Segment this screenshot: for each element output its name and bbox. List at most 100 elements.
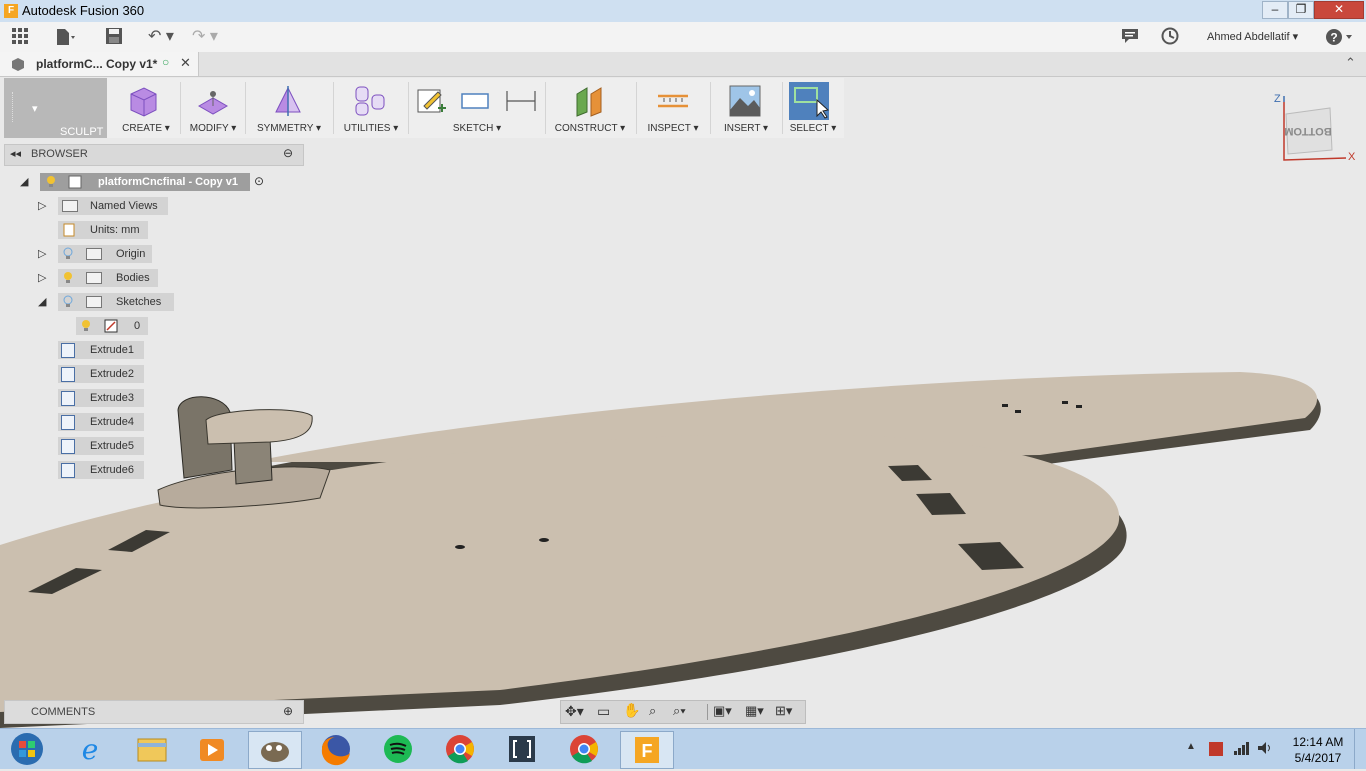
zoom-icon[interactable]: ⌕ bbox=[649, 703, 656, 719]
pan-hand-icon[interactable]: ✋ bbox=[623, 702, 640, 719]
sketches-label: Sketches bbox=[116, 296, 162, 308]
visibility-bulb-icon[interactable] bbox=[63, 271, 73, 283]
system-clock[interactable]: 12:14 AM 5/4/2017 bbox=[1287, 734, 1349, 766]
user-menu[interactable]: Ahmed Abdellatif ▾ bbox=[1207, 30, 1298, 43]
windows-start-icon[interactable] bbox=[0, 731, 54, 767]
symmetry-icon bbox=[275, 86, 301, 116]
firefox-icon[interactable] bbox=[310, 731, 362, 767]
collapse-sketches-icon[interactable]: ◢ bbox=[38, 295, 46, 308]
construct-menu[interactable]: CONSTRUCT ▾ bbox=[547, 78, 633, 138]
comments-panel[interactable]: COMMENTS ⊕ bbox=[4, 700, 304, 724]
extrude-icon bbox=[61, 415, 75, 430]
spotify-icon[interactable] bbox=[372, 731, 424, 767]
extrude-icon bbox=[61, 463, 75, 478]
extrude-label: Extrude3 bbox=[90, 392, 135, 404]
undo-icon[interactable]: ↶ ▾ bbox=[144, 27, 178, 47]
user-name: Ahmed Abdellatif bbox=[1207, 31, 1290, 43]
browser-item-bodies[interactable]: Bodies bbox=[58, 269, 158, 287]
browser-item-extrude[interactable]: Extrude1 bbox=[58, 341, 144, 359]
help-icon[interactable]: ? bbox=[1325, 27, 1355, 47]
extrude-icon bbox=[61, 367, 75, 382]
utilities-menu[interactable]: UTILITIES ▾ bbox=[335, 78, 407, 138]
browser-item-extrude[interactable]: Extrude3 bbox=[58, 389, 144, 407]
viewports-icon[interactable]: ⊞▾ bbox=[775, 703, 792, 719]
browser-header[interactable]: ◂◂ BROWSER ⊖ bbox=[4, 144, 304, 166]
select-menu[interactable]: SELECT ▾ bbox=[785, 78, 841, 138]
quick-access-toolbar: ↶ ▾ ↷ ▾ Ahmed Abdellatif ▾ ? bbox=[0, 22, 1366, 53]
look-at-icon[interactable]: ▭ bbox=[597, 703, 610, 720]
browser-item-sketches[interactable]: Sketches bbox=[58, 293, 174, 311]
internet-explorer-icon[interactable]: e bbox=[64, 731, 116, 767]
chrome-icon[interactable] bbox=[558, 731, 610, 767]
gimp-icon[interactable] bbox=[248, 731, 302, 769]
antivirus-tray-icon[interactable] bbox=[1206, 739, 1226, 759]
add-comment-icon[interactable]: ⊕ bbox=[283, 704, 293, 718]
display-settings-icon[interactable]: ▣▾ bbox=[713, 703, 732, 719]
save-icon[interactable] bbox=[104, 27, 124, 47]
browser-item-sketch-0[interactable]: 0 bbox=[76, 317, 148, 335]
grid-settings-icon[interactable]: ▦▾ bbox=[745, 703, 764, 719]
clock-time: 12:14 AM bbox=[1292, 735, 1344, 749]
close-tab-icon[interactable]: ✕ bbox=[180, 55, 191, 71]
zoom-window-icon[interactable]: ⌕▾ bbox=[673, 703, 686, 719]
visibility-bulb-icon[interactable] bbox=[46, 175, 56, 187]
insert-image-icon bbox=[729, 85, 761, 117]
show-hidden-icons[interactable]: ▲ bbox=[1186, 741, 1196, 752]
redo-icon[interactable]: ↷ ▾ bbox=[188, 27, 222, 47]
file-icon[interactable] bbox=[55, 27, 75, 47]
symmetry-menu[interactable]: SYMMETRY ▾ bbox=[247, 78, 331, 138]
browser-item-extrude[interactable]: Extrude5 bbox=[58, 437, 144, 455]
inspect-menu[interactable]: INSPECT ▾ bbox=[638, 78, 708, 138]
chrome-icon[interactable] bbox=[434, 731, 486, 767]
create-label: CREATE bbox=[122, 123, 162, 134]
insert-menu[interactable]: INSERT ▾ bbox=[712, 78, 780, 138]
window-title: Autodesk Fusion 360 bbox=[22, 3, 145, 18]
history-icon[interactable] bbox=[1160, 27, 1180, 47]
expand-root-icon[interactable]: ◢ bbox=[20, 175, 28, 188]
fusion-360-icon[interactable]: F bbox=[620, 731, 674, 769]
sketch-menu[interactable]: SKETCH ▾ bbox=[410, 78, 544, 138]
inspect-label: INSPECT bbox=[647, 123, 691, 134]
browser-root-node[interactable]: platformCncfinal - Copy v1 bbox=[40, 173, 250, 191]
workspace-switcher[interactable]: SCULPT ▾ bbox=[4, 78, 107, 138]
minimize-button[interactable]: – bbox=[1262, 1, 1288, 19]
utilities-icon bbox=[355, 86, 385, 116]
comment-icon[interactable] bbox=[1120, 27, 1140, 47]
volume-icon[interactable] bbox=[1256, 739, 1274, 757]
network-icon[interactable] bbox=[1232, 739, 1250, 757]
expand-bodies-icon[interactable]: ▷ bbox=[38, 271, 46, 284]
viewcube-face-label[interactable]: BOTTOM bbox=[1284, 125, 1331, 137]
model-viewport[interactable] bbox=[0, 138, 1366, 728]
modify-menu[interactable]: MODIFY ▾ bbox=[182, 78, 244, 138]
close-button[interactable]: ✕ bbox=[1314, 1, 1364, 19]
fusion-icon: F bbox=[4, 4, 18, 18]
activate-radio-icon[interactable]: ⊙ bbox=[254, 174, 264, 188]
show-desktop-button[interactable] bbox=[1354, 729, 1366, 769]
browser-item-units[interactable]: Units: mm bbox=[58, 221, 148, 239]
orbit-icon[interactable]: ✥▾ bbox=[565, 703, 584, 720]
visibility-bulb-off-icon[interactable] bbox=[63, 295, 73, 307]
browser-item-extrude[interactable]: Extrude6 bbox=[58, 461, 144, 479]
browser-item-extrude[interactable]: Extrude4 bbox=[58, 413, 144, 431]
document-tab[interactable]: platformC... Copy v1* ○ ✕ bbox=[0, 52, 199, 76]
document-name: platformC... Copy v1* bbox=[36, 57, 158, 71]
collapse-browser-icon[interactable]: ◂◂ bbox=[10, 147, 21, 160]
create-menu[interactable]: CREATE ▾ bbox=[112, 78, 180, 138]
browser-item-origin[interactable]: Origin bbox=[58, 245, 152, 263]
maximize-button[interactable]: ❐ bbox=[1288, 1, 1314, 19]
grid-icon[interactable] bbox=[10, 27, 30, 47]
brackets-icon[interactable] bbox=[496, 731, 548, 767]
viewcube[interactable]: BOTTOM Z X bbox=[1270, 92, 1360, 166]
visibility-bulb-off-icon[interactable] bbox=[63, 247, 73, 259]
browser-title: BROWSER bbox=[31, 148, 88, 160]
collapse-chevron-icon[interactable]: ⌃ bbox=[1345, 55, 1356, 71]
expand-named-views-icon[interactable]: ▷ bbox=[38, 199, 46, 212]
browser-item-extrude[interactable]: Extrude2 bbox=[58, 365, 144, 383]
browser-item-named-views[interactable]: Named Views bbox=[58, 197, 168, 215]
visibility-bulb-icon[interactable] bbox=[81, 319, 91, 331]
expand-origin-icon[interactable]: ▷ bbox=[38, 247, 46, 260]
component-icon bbox=[68, 175, 82, 189]
media-player-icon[interactable] bbox=[186, 731, 238, 767]
minimize-panel-icon[interactable]: ⊖ bbox=[283, 146, 293, 160]
file-explorer-icon[interactable] bbox=[126, 731, 178, 767]
